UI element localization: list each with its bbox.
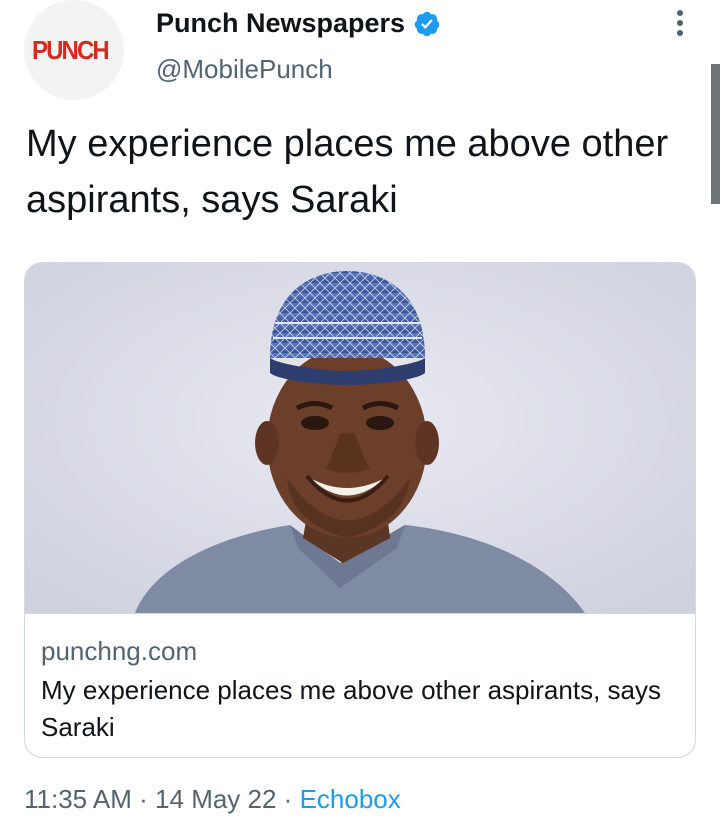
tweet-time[interactable]: 11:35 AM [24,784,132,814]
card-meta[interactable]: punchng.com My experience places me abov… [25,613,695,757]
portrait-image [25,263,695,613]
link-card[interactable]: punchng.com My experience places me abov… [24,262,696,758]
display-name[interactable]: Punch Newspapers [156,8,441,39]
display-name-text: Punch Newspapers [156,8,406,38]
card-domain: punchng.com [41,636,198,666]
tweet-source-link[interactable]: Echobox [300,784,401,814]
punch-logo: PUNCH [32,35,110,65]
avatar[interactable]: PUNCH [24,0,124,100]
tweet-date[interactable]: 14 May 22 [155,784,276,814]
scrollbar[interactable] [711,64,720,204]
tweet-metadata: 11:35 AM · 14 May 22 · Echobox [24,784,401,815]
tweet-text: My experience places me above other aspi… [26,123,669,221]
user-handle[interactable]: @MobilePunch [156,54,333,85]
card-image[interactable] [25,263,695,613]
separator: · [131,784,156,814]
verified-badge-icon [414,11,440,36]
card-title: My experience places me above other aspi… [41,675,661,742]
more-options-icon[interactable] [670,10,690,42]
separator: · [276,784,300,814]
